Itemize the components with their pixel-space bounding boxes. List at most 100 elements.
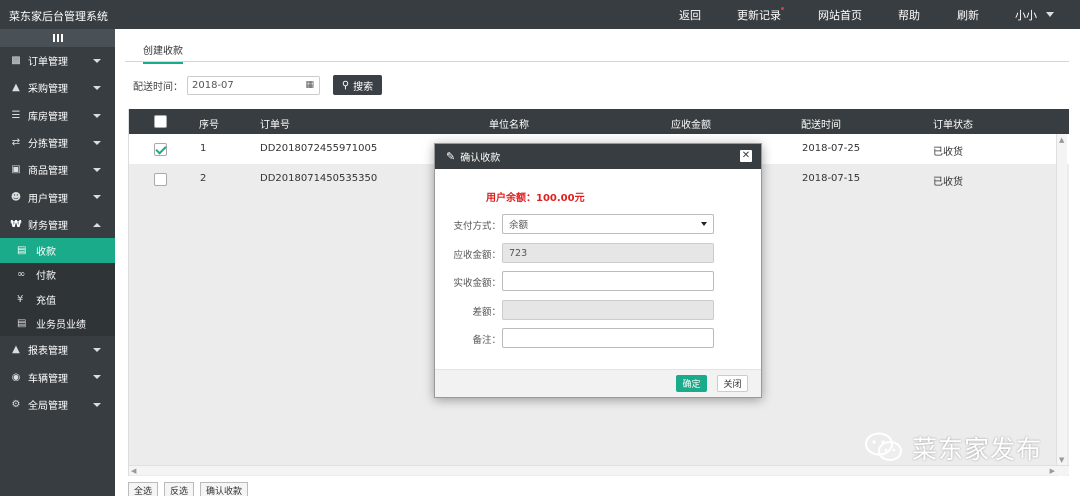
close-button[interactable]: 关闭 bbox=[717, 375, 748, 392]
horizontal-scrollbar[interactable]: ◀ ▶ bbox=[129, 465, 1069, 475]
link-icon: ∞ bbox=[17, 269, 26, 281]
caret-down-icon bbox=[93, 402, 101, 407]
nav-updates-link[interactable]: 更新记录 bbox=[737, 6, 784, 23]
scroll-up-arrow-icon[interactable]: ▲ bbox=[1059, 136, 1064, 144]
remark-input[interactable] bbox=[502, 328, 714, 348]
chevron-down-icon bbox=[701, 222, 707, 226]
caret-down-icon bbox=[93, 113, 101, 118]
sidebar-sub-recharge[interactable]: ¥ 充值 bbox=[0, 287, 115, 312]
row-status: 已收货 bbox=[933, 147, 963, 158]
warehouse-icon: ☰ bbox=[11, 109, 21, 121]
currency-icon: ₩ bbox=[10, 218, 22, 230]
calendar-icon[interactable]: ▦ bbox=[305, 80, 314, 90]
row-delivery-date: 2018-07-25 bbox=[802, 143, 861, 154]
notification-dot bbox=[781, 6, 784, 10]
sidebar-item-global[interactable]: ⚙ 全局管理 bbox=[0, 391, 115, 418]
sidebar-item-label: 报表管理 bbox=[28, 346, 68, 358]
top-bar: 菜东家后台管理系统 返回 更新记录 网站首页 帮助 刷新 小小 bbox=[0, 0, 1080, 29]
delivery-time-label: 配送时间： bbox=[133, 81, 183, 93]
chevron-down-icon bbox=[1046, 12, 1054, 17]
sidebar-sub-label: 收款 bbox=[36, 246, 56, 258]
nav-refresh-link[interactable]: 刷新 bbox=[957, 7, 979, 23]
actual-amount-row: 实收金额： bbox=[435, 271, 763, 291]
dialog-footer: 确定 关闭 bbox=[435, 369, 761, 397]
difference-label: 差额： bbox=[472, 307, 501, 318]
caret-down-icon bbox=[93, 195, 101, 200]
sidebar-sub-label: 充值 bbox=[36, 295, 56, 307]
yen-icon: ¥ bbox=[17, 293, 24, 305]
delivery-date-input[interactable]: 2018-07 ▦ bbox=[187, 75, 320, 95]
sidebar-sub-payment[interactable]: ∞ 付款 bbox=[0, 263, 115, 288]
vertical-scrollbar[interactable]: ▲ ▼ bbox=[1056, 134, 1067, 476]
search-button[interactable]: ⚲ 搜索 bbox=[333, 75, 382, 95]
sidebar: ▩ 订单管理 ▲ 采购管理 ☰ 库房管理 ⇄ 分拣管理 ▣ 商品管理 ☻ 用户管… bbox=[0, 29, 115, 496]
confirm-collection-dialog: ✎ 确认收款 ✕ 用户余额：100.00元 支付方式： 余额 应收金额： 723… bbox=[434, 143, 762, 398]
search-button-label: 搜索 bbox=[353, 81, 374, 93]
scroll-right-arrow-icon[interactable]: ▶ bbox=[1050, 467, 1055, 475]
actual-amount-label: 实收金额： bbox=[453, 278, 501, 289]
row-checkbox[interactable] bbox=[154, 173, 167, 186]
actual-amount-input[interactable] bbox=[502, 271, 714, 291]
chart-icon: ▲ bbox=[12, 344, 20, 356]
pay-method-row: 支付方式： 余额 bbox=[435, 214, 763, 234]
invert-selection-button[interactable]: 反选 bbox=[164, 482, 195, 496]
sidebar-item-reports[interactable]: ▲ 报表管理 bbox=[0, 336, 115, 363]
sidebar-item-label: 车辆管理 bbox=[28, 373, 68, 385]
column-header-order: 订单号 bbox=[260, 120, 290, 131]
watermark-text: 菜东家发布 bbox=[912, 435, 1043, 464]
sidebar-item-label: 财务管理 bbox=[28, 220, 68, 232]
user-menu[interactable]: 小小 bbox=[1015, 7, 1054, 23]
sidebar-item-vehicles[interactable]: ◉ 车辆管理 bbox=[0, 363, 115, 390]
bottom-actions: 全选 反选 确认收款 bbox=[128, 482, 249, 496]
confirm-collection-button[interactable]: 确认收款 bbox=[200, 482, 249, 496]
ok-button[interactable]: 确定 bbox=[676, 375, 707, 392]
caret-down-icon bbox=[93, 168, 101, 173]
sidebar-item-goods[interactable]: ▣ 商品管理 bbox=[0, 156, 115, 183]
sidebar-item-warehouse[interactable]: ☰ 库房管理 bbox=[0, 102, 115, 129]
sidebar-sub-label: 业务员业绩 bbox=[36, 320, 86, 332]
row-order-number: DD2018071450535350 bbox=[260, 173, 378, 184]
scroll-down-arrow-icon[interactable]: ▼ bbox=[1059, 456, 1064, 464]
delivery-date-value: 2018-07 bbox=[192, 79, 234, 91]
row-order-number: DD2018072455971005 bbox=[260, 143, 378, 154]
column-header-status: 订单状态 bbox=[933, 120, 973, 131]
sidebar-item-label: 全局管理 bbox=[28, 400, 68, 412]
receivable-row: 应收金额： 723 bbox=[435, 243, 763, 263]
close-icon[interactable]: ✕ bbox=[740, 150, 752, 162]
pay-method-select[interactable]: 余额 bbox=[502, 214, 714, 234]
sidebar-item-sorting[interactable]: ⇄ 分拣管理 bbox=[0, 129, 115, 156]
sidebar-item-orders[interactable]: ▩ 订单管理 bbox=[0, 47, 115, 74]
nav-homepage-link[interactable]: 网站首页 bbox=[818, 7, 862, 23]
sidebar-toggle[interactable] bbox=[0, 29, 115, 47]
receivable-field: 723 bbox=[502, 243, 714, 263]
goods-icon: ▣ bbox=[11, 164, 21, 176]
sidebar-item-finance[interactable]: ₩ 财务管理 bbox=[0, 211, 115, 238]
tab-divider bbox=[125, 61, 1069, 62]
sidebar-sub-performance[interactable]: ▤ 业务员业绩 bbox=[0, 312, 115, 337]
sidebar-sub-label: 付款 bbox=[36, 271, 56, 283]
nav-help-link[interactable]: 帮助 bbox=[898, 7, 920, 23]
sidebar-item-label: 订单管理 bbox=[28, 57, 68, 69]
row-status: 已收货 bbox=[933, 177, 963, 188]
dialog-title: 确认收款 bbox=[460, 153, 501, 164]
filter-bar: 配送时间： 2018-07 ▦ ⚲ 搜索 bbox=[133, 75, 382, 95]
sidebar-sub-collection[interactable]: ▤ 收款 bbox=[0, 238, 115, 263]
sidebar-item-users[interactable]: ☻ 用户管理 bbox=[0, 183, 115, 210]
select-all-checkbox[interactable] bbox=[154, 115, 167, 128]
caret-down-icon bbox=[93, 348, 101, 353]
scroll-left-arrow-icon[interactable]: ◀ bbox=[131, 467, 136, 475]
receivable-label: 应收金额： bbox=[453, 250, 501, 261]
caret-down-icon bbox=[93, 86, 101, 91]
row-checkbox[interactable] bbox=[154, 143, 167, 156]
row-no: 2 bbox=[200, 173, 207, 184]
receivable-value: 723 bbox=[509, 247, 528, 259]
sidebar-item-purchase[interactable]: ▲ 采购管理 bbox=[0, 74, 115, 101]
sidebar-item-label: 用户管理 bbox=[28, 193, 68, 205]
sidebar-item-label: 库房管理 bbox=[28, 111, 68, 123]
difference-row: 差额： bbox=[435, 300, 763, 320]
caret-down-icon bbox=[93, 375, 101, 380]
nav-back-link[interactable]: 返回 bbox=[679, 7, 701, 23]
app-title: 菜东家后台管理系统 bbox=[9, 10, 108, 23]
select-all-button[interactable]: 全选 bbox=[128, 482, 159, 496]
user-name: 小小 bbox=[1015, 8, 1037, 22]
